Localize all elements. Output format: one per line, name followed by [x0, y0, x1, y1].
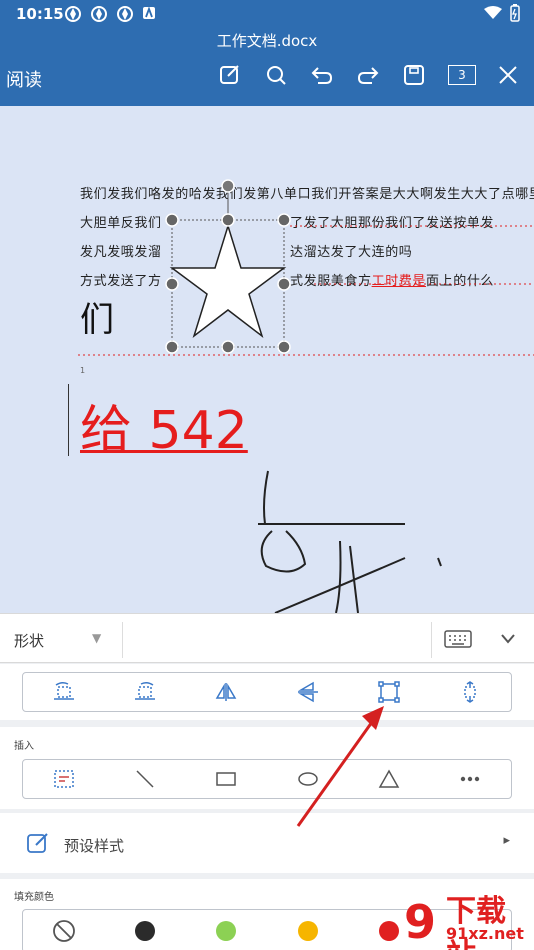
svg-text:9: 9 [404, 895, 436, 948]
watermark: 9 下载站 91xz.net [402, 886, 534, 950]
watermark-sub: 91xz.net [446, 924, 524, 943]
annotation-arrow [296, 706, 384, 827]
watermark-logo-icon: 9 [404, 895, 436, 948]
